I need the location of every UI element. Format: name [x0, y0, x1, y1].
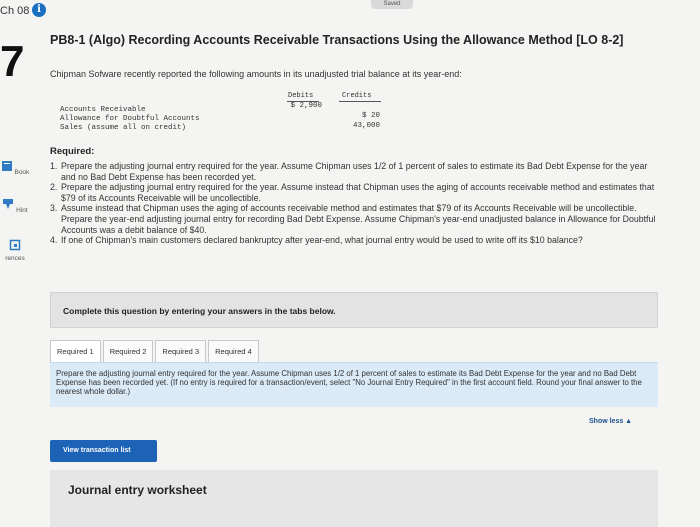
sidebar-item-label: Hint: [16, 207, 28, 214]
top-bar: Ch 08 i Saved: [0, 0, 700, 22]
show-less-link[interactable]: Show less ▲: [589, 418, 632, 425]
list-item: 1. Prepare the adjusting journal entry re…: [50, 161, 648, 182]
list-item: 4. If one of Chipman's main customers dec…: [50, 235, 583, 246]
tab-panel: Prepare the adjusting journal entry requ…: [50, 362, 658, 407]
tab-required-3[interactable]: Required 3: [155, 340, 207, 362]
requirements-list: 1. Prepare the adjusting journal entry re…: [50, 161, 660, 246]
tb-row-debit: $ 2,900: [290, 102, 322, 110]
sidebar-item-label: rences: [5, 255, 25, 262]
question-number: 7: [0, 37, 25, 86]
chapter-label: Ch 08: [0, 5, 30, 17]
references-icon: [9, 239, 21, 251]
journal-entry-worksheet: Journal entry worksheet: [50, 470, 658, 527]
requirement-tabs: Required 1 Required 2 Required 3 Require…: [50, 340, 261, 364]
instruction-text: Complete this question by entering your …: [63, 306, 336, 316]
required-heading: Required:: [50, 146, 95, 157]
tb-row-credit: 43,000: [352, 122, 380, 130]
tb-row-label: Allowance for Doubtful Accounts: [60, 115, 200, 123]
sidebar-item-label: Book: [14, 169, 30, 176]
sidebar-item-references[interactable]: rences: [0, 239, 30, 262]
saved-indicator: Saved: [371, 0, 413, 9]
panel-instructions: Prepare the adjusting journal entry requ…: [56, 369, 642, 396]
worksheet-title: Journal entry worksheet: [68, 483, 207, 497]
credits-underline: [339, 101, 381, 102]
list-item: 2. Prepare the adjusting journal entry re…: [50, 182, 655, 203]
view-transaction-list-button[interactable]: View transaction list: [50, 440, 157, 462]
tb-row-label: Sales (assume all on credit): [60, 124, 187, 132]
tb-row-label: Accounts Receivable: [60, 106, 146, 114]
hint-icon: [3, 199, 14, 209]
credits-header: Credits: [342, 92, 372, 100]
info-icon[interactable]: i: [32, 3, 46, 17]
debits-header: Debits: [288, 92, 314, 100]
tab-required-4[interactable]: Required 4: [208, 340, 259, 362]
page-title: PB8-1 (Algo) Recording Accounts Receivab…: [50, 33, 624, 47]
intro-text: Chipman Sofware recently reported the fo…: [50, 69, 462, 79]
sidebar-item-hint[interactable]: Hint: [0, 198, 30, 214]
book-icon: [1, 161, 12, 171]
sidebar-item-book[interactable]: Book: [0, 160, 30, 176]
tab-required-1[interactable]: Required 1: [50, 340, 101, 364]
tb-row-credit: $ 20: [361, 112, 380, 120]
list-item: 3. Assume instead that Chipman uses the a…: [50, 203, 656, 235]
tab-required-2[interactable]: Required 2: [102, 340, 154, 362]
instruction-box: Complete this question by entering your …: [50, 292, 658, 328]
